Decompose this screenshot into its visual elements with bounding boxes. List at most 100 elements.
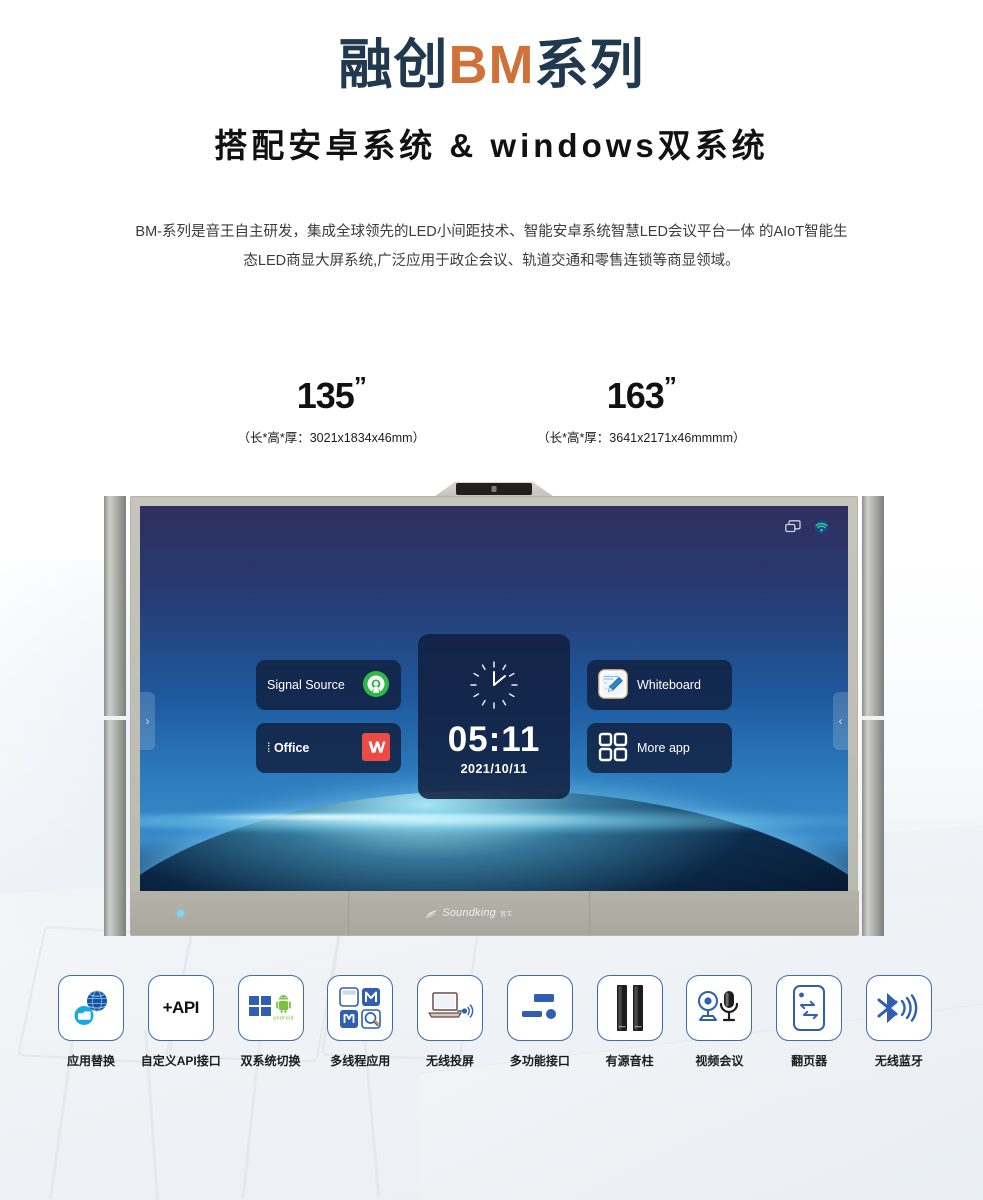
feature-app-replace[interactable]: 应用替换	[50, 975, 132, 1069]
side-handle-right[interactable]: ‹	[833, 692, 848, 750]
size-option-135: 135” （长*高*厚：3021x1834x46mm）	[237, 373, 426, 446]
home-screen-widgets: Signal Source ⁞ Office 05:11 2021/10/11 …	[256, 634, 732, 799]
title-accent: BM	[448, 35, 535, 95]
wps-office-icon	[362, 732, 390, 764]
size-dimensions: （长*高*厚：3641x2171x46mmmm）	[537, 431, 746, 445]
clock-widget[interactable]: 05:11 2021/10/11	[418, 634, 570, 799]
analog-clock-icon	[467, 658, 521, 717]
feature-bluetooth[interactable]: 无线蓝牙	[858, 975, 940, 1069]
feature-label: 应用替换	[66, 1054, 115, 1068]
size-inches: 135”	[238, 373, 426, 414]
whiteboard-icon	[598, 668, 628, 702]
tiles-right-column: Whiteboard More app	[587, 660, 732, 773]
wallpaper-earth-curve	[140, 790, 848, 894]
feature-label: 翻页器	[791, 1054, 828, 1068]
svg-text:android: android	[273, 1016, 294, 1022]
custom-api-icon: +API	[162, 998, 200, 1017]
stand-pillar-left	[104, 496, 126, 936]
wallpaper-streak	[182, 814, 622, 820]
feature-label: 有源音柱	[605, 1054, 654, 1068]
feature-wireless-cast[interactable]: 无线投屏	[409, 975, 491, 1069]
display-bezel: › ‹ Signal Source ⁞ Office 05:11 2021/10…	[130, 496, 859, 936]
feature-dual-system[interactable]: android 双系统切换	[230, 975, 312, 1069]
size-options: 135” （长*高*厚：3021x1834x46mm） 163” （长*高*厚：…	[0, 373, 983, 446]
feature-label: 视频会议	[695, 1054, 744, 1068]
camera-lens	[491, 486, 497, 492]
feature-icon-box	[686, 975, 753, 1041]
title-suffix: 系列	[534, 35, 645, 95]
app-replace-icon	[74, 990, 107, 1025]
power-led-cell	[131, 891, 350, 935]
tile-office[interactable]: ⁞ Office	[256, 723, 401, 773]
feature-label: 无线投屏	[426, 1054, 475, 1068]
size-option-163: 163” （长*高*厚：3641x2171x46mmmm）	[537, 373, 746, 446]
tile-whiteboard[interactable]: Whiteboard	[587, 660, 732, 710]
tiles-left-column: Signal Source ⁞ Office	[256, 660, 401, 773]
camera-housing	[456, 483, 532, 495]
feature-label: 多线程应用	[330, 1054, 391, 1068]
stand-pillar-right	[862, 496, 884, 936]
brand-logo-cell: Soundking 音王	[349, 891, 590, 935]
tile-label: More app	[637, 741, 690, 755]
bezel-bottom-strip: Soundking 音王	[131, 891, 859, 935]
page-title: 融创BM系列	[0, 38, 983, 92]
clock-date: 2021/10/11	[460, 761, 528, 776]
feature-video-conference[interactable]: 视频会议	[678, 975, 760, 1069]
feature-icon-box: android	[237, 975, 304, 1041]
feature-icon-box	[506, 975, 573, 1041]
size-dimensions: （长*高*厚：3021x1834x46mm）	[237, 431, 426, 445]
feature-page-turner[interactable]: 翻页器	[768, 975, 850, 1069]
product-page: 融创BM系列 搭配安卓系统 & windows双系统 BM-系列是音王自主研发，…	[0, 0, 983, 1200]
feature-icon-box	[865, 975, 932, 1041]
feature-multi-port[interactable]: 多功能接口	[499, 975, 581, 1069]
page-description: BM-系列是音王自主研发，集成全球领先的LED小间距技术、智能安卓系统智慧LED…	[130, 218, 853, 276]
description-line-1: BM-系列是音王自主研发，集成全球领先的LED小间距技术、智能安卓系统智慧LED…	[135, 224, 755, 240]
feature-label: 双系统切换	[240, 1054, 301, 1068]
bluetooth-icon	[877, 993, 918, 1023]
feature-icon-box	[327, 975, 394, 1041]
video-conference-icon	[698, 991, 739, 1022]
brand-logo: Soundking 音王	[425, 906, 513, 919]
tile-label: Signal Source	[267, 678, 345, 692]
title-prefix: 融创	[338, 35, 449, 95]
feature-icon-box: +API	[147, 975, 214, 1041]
tile-more-app[interactable]: More app	[587, 723, 732, 773]
signal-source-icon	[362, 670, 390, 701]
speaker-column-icon	[616, 985, 643, 1031]
soundking-mark-icon	[425, 909, 438, 918]
side-handle-left[interactable]: ›	[140, 692, 155, 750]
feature-label: 自定义API接口	[140, 1054, 221, 1068]
wallpaper-horizon-glow	[140, 808, 848, 834]
page-subtitle: 搭配安卓系统 & windows双系统	[214, 127, 769, 164]
feature-icon-box	[58, 975, 124, 1041]
page-turner-icon	[793, 985, 826, 1031]
feature-label: 无线蓝牙	[874, 1054, 923, 1068]
feature-speaker-column[interactable]: 有源音柱	[589, 975, 671, 1069]
wifi-icon[interactable]	[813, 520, 830, 539]
size-number: 163	[606, 375, 665, 416]
inch-mark: ”	[663, 371, 677, 401]
tile-label-text: Office	[273, 741, 310, 755]
power-led-icon	[177, 909, 184, 917]
brand-name: Soundking	[442, 906, 496, 919]
tile-label: ⁞ Office	[267, 741, 310, 755]
multi-port-icon	[521, 994, 556, 1019]
feature-list: 应用替换 +API 自定义API接口 android 双系统切换 多线程应用 无…	[50, 975, 940, 1069]
feature-label: 多功能接口	[509, 1054, 570, 1068]
bezel-blank-cell	[590, 891, 859, 935]
status-bar	[785, 520, 830, 539]
grid-apps-icon	[598, 732, 628, 765]
size-inches: 163”	[537, 373, 745, 416]
feature-icon-box	[417, 975, 484, 1041]
brand-name-cn: 音王	[500, 911, 513, 918]
feature-custom-api[interactable]: +API 自定义API接口	[140, 975, 222, 1069]
feature-multi-thread-apps[interactable]: 多线程应用	[319, 975, 401, 1069]
tile-signal-source[interactable]: Signal Source	[256, 660, 401, 710]
feature-icon-box	[776, 975, 843, 1041]
inch-mark: ”	[353, 371, 367, 401]
dual-system-icon: android	[248, 995, 294, 1022]
feature-icon-box	[596, 975, 663, 1041]
screen-cast-icon[interactable]	[785, 520, 801, 539]
display-device: › ‹ Signal Source ⁞ Office 05:11 2021/10…	[104, 482, 884, 940]
multi-thread-apps-icon	[339, 987, 382, 1029]
